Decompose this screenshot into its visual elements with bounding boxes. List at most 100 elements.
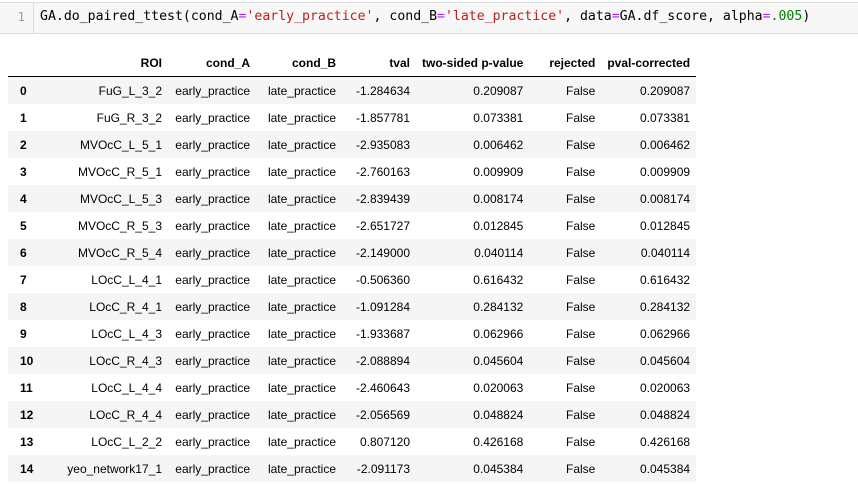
code-line[interactable]: GA.do_paired_ttest(cond_A = 'early_practic… [40,9,810,24]
table-header-row: ROI cond_A cond_B tval two-sided p-value… [8,50,697,77]
cell-pval-corrected: 0.009909 [639,164,691,179]
row-index: 8 [20,299,27,314]
cell-cond-a: early_practice [175,326,250,341]
cell-cond-a: early_practice [175,218,250,233]
cell-cond-a: early_practice [175,164,250,179]
table-row: 12 LOcC_R_4_4 early_practice late_practice -… [8,401,697,428]
row-index: 1 [20,110,27,125]
cell-rejected: False [566,164,596,179]
cell-roi: LOcC_L_2_2 [91,434,162,449]
cell-rejected: False [566,110,596,125]
cell-p-value: 0.020063 [473,380,524,395]
cell-roi: MVOcC_R_5_3 [77,218,162,233]
code-cell[interactable]: 1 GA.do_paired_ttest(cond_A = 'early_pract… [0,2,858,34]
cell-pval-corrected: 0.012845 [639,218,691,233]
cell-cond-a: early_practice [175,137,250,152]
table-row: 4 MVOcC_L_5_3 early_practice late_practice -… [8,185,697,212]
cell-roi: yeo_network17_1 [67,461,162,476]
code-token-plain: GA.do_paired_ttest(cond_A [40,9,239,24]
cell-rejected: False [566,137,596,152]
cell-rejected: False [566,191,596,206]
code-token-string: 'late_practice' [444,9,565,24]
row-index: 7 [20,272,27,287]
table-row: 8 LOcC_R_4_1 early_practice late_practice -1… [8,293,697,320]
cell-tval: -2.091173 [356,461,410,476]
cell-pval-corrected: 0.020063 [639,380,691,395]
row-index: 3 [20,164,27,179]
cell-cond-b: late_practice [267,407,336,422]
table-row: 3 MVOcC_R_5_1 early_practice late_practice -… [8,158,696,185]
cell-p-value: 0.040114 [474,245,524,260]
cell-cond-a: early_practice [175,434,250,449]
row-index: 12 [20,407,34,422]
cell-cond-b: late_practice [267,164,336,179]
code-token-plain: GA.df_score, alpha [619,9,763,24]
cell-roi: MVOcC_R_5_4 [77,245,162,260]
cell-tval: 0.807120 [359,434,410,449]
cell-pval-corrected: 0.073381 [639,110,691,125]
column-header-p-value: two-sided p-value [416,50,530,77]
cell-rejected: False [566,272,596,287]
code-token-string: 'early_practice' [246,9,374,24]
cell-cond-a: early_practice [175,380,250,395]
cell-cond-b: late_practice [267,299,336,314]
row-index: 0 [20,83,27,98]
cell-roi: MVOcC_R_5_1 [77,164,162,179]
code-token-plain: , cond_B [373,9,438,24]
line-number: 1 [17,10,25,24]
cell-pval-corrected: 0.284132 [639,299,691,314]
cell-roi: MVOcC_L_5_1 [79,137,162,152]
cell-p-value: 0.045384 [473,461,524,476]
cell-tval: -2.651727 [355,218,410,233]
cell-tval: -2.149000 [355,245,410,260]
table-row: 10 LOcC_R_4_3 early_practice late_practice -… [8,347,697,374]
cell-p-value: 0.006462 [473,137,524,152]
row-index: 4 [20,191,27,206]
table-row: 13 LOcC_L_2_2 early_practice late_practice 0… [8,428,696,455]
cell-rejected: False [566,245,596,260]
cell-tval: -2.935083 [355,137,410,152]
cell-cond-a: early_practice [175,353,250,368]
code-token-plain: ) [802,9,811,24]
cell-pval-corrected: 0.045384 [639,461,691,476]
cell-cond-b: late_practice [267,83,336,98]
cell-cond-a: early_practice [175,272,250,287]
row-index: 11 [20,380,33,395]
cell-cond-a: early_practice [175,407,250,422]
cell-roi: LOcC_R_4_1 [89,299,162,314]
cell-cond-b: late_practice [267,461,336,476]
cell-p-value: 0.008174 [473,191,524,206]
cell-cond-b: late_practice [267,272,336,287]
table-row: 9 LOcC_L_4_3 early_practice late_practice -1… [8,320,696,347]
cell-pval-corrected: 0.008174 [639,191,691,206]
cell-cond-b: late_practice [267,110,336,125]
cell-rejected: False [566,380,596,395]
cell-tval: -1.284634 [355,83,410,98]
row-index: 14 [20,461,34,476]
cell-pval-corrected: 0.426168 [639,434,691,449]
table-row: 1 FuG_R_3_2 early_practice late_practice -1.… [8,104,696,131]
cell-pval-corrected: 0.616432 [639,272,691,287]
row-index: 10 [20,353,34,368]
cell-tval: -0.506360 [355,272,410,287]
cell-pval-corrected: 0.209087 [639,83,691,98]
cell-rejected: False [566,83,596,98]
cell-tval: -1.933687 [355,326,410,341]
line-number-gutter: 1 [0,3,34,33]
code-token-op: = [611,9,620,24]
column-header-rejected: rejected [529,50,602,77]
cell-cond-b: late_practice [267,137,336,152]
cell-tval: -2.839439 [355,191,410,206]
cell-cond-a: early_practice [175,191,250,206]
cell-p-value: 0.073381 [473,110,524,125]
cell-tval: -2.760163 [355,164,410,179]
cell-roi: MVOcC_L_5_3 [79,191,162,206]
cell-cond-a: early_practice [175,299,250,314]
code-token-op: = [762,9,771,24]
column-header-tval: tval [342,50,416,77]
column-header-roi: ROI [44,50,168,77]
code-token-plain: , data [564,9,612,24]
cell-pval-corrected: 0.045604 [639,353,691,368]
cell-p-value: 0.284132 [473,299,524,314]
cell-p-value: 0.062966 [473,326,524,341]
